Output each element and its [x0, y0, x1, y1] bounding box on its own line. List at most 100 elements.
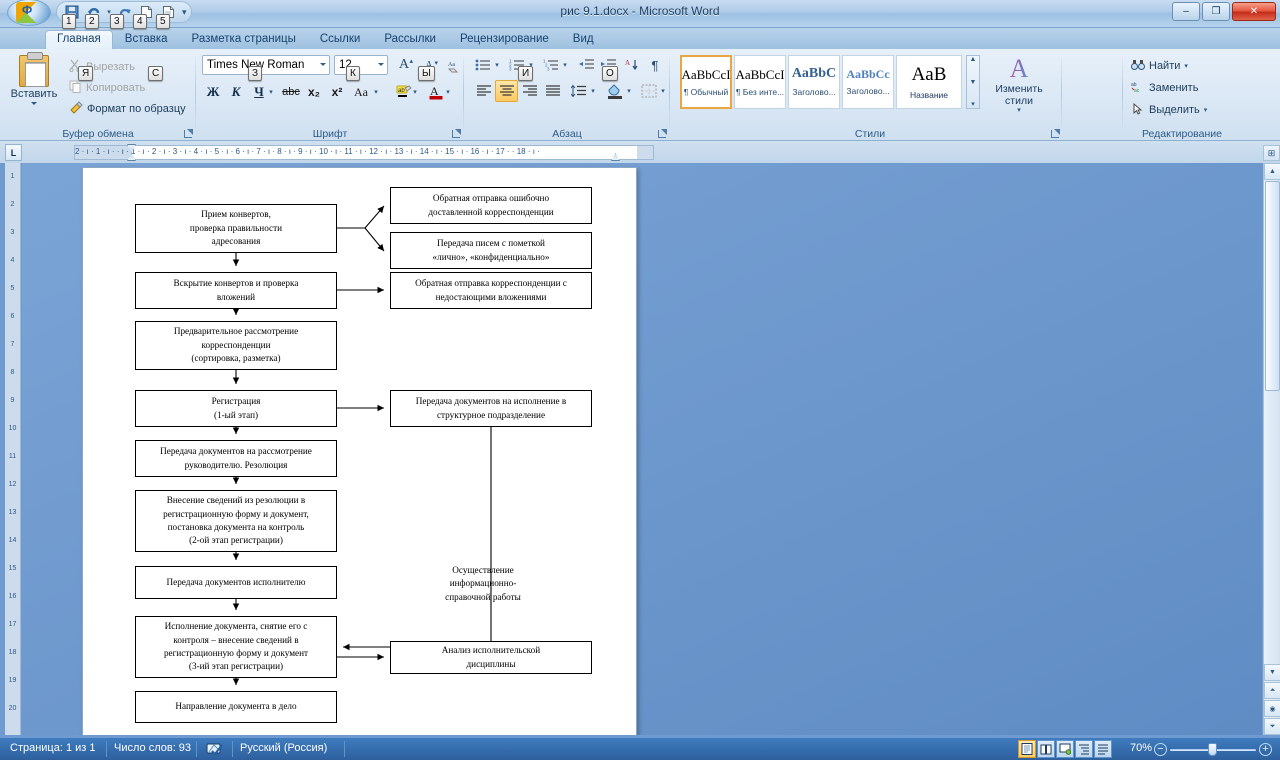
clipboard-dialog-launcher[interactable] [181, 127, 193, 139]
flow-box-r2[interactable]: Передача писем с пометкой «лично», «конф… [390, 232, 592, 269]
italic-button[interactable]: К [225, 81, 247, 103]
flow-box-r1[interactable]: Обратная отправка ошибочно доставленной … [390, 187, 592, 224]
line-spacing-button[interactable] [568, 80, 590, 102]
bullets-dropdown-icon[interactable]: ▾ [492, 54, 502, 76]
styles-gallery-scroll[interactable]: ▲ ▼ ▾ [966, 55, 980, 109]
tab-page-layout[interactable]: Разметка страницы [180, 30, 308, 50]
shading-button[interactable] [604, 80, 626, 102]
select-browse-object-button[interactable]: ◉ [1264, 700, 1280, 717]
grow-font-button[interactable]: A ▴ [392, 54, 416, 76]
highlight-dropdown-icon[interactable]: ▾ [410, 81, 420, 103]
align-left-button[interactable] [472, 80, 495, 102]
split-window-handle[interactable]: ⊞ [1263, 145, 1280, 161]
change-case-button[interactable]: Aa [349, 81, 373, 103]
zoom-out-button[interactable]: − [1154, 743, 1167, 756]
horizontal-ruler[interactable]: 2 · ı · 1 · ı · · ı · 1 · ı · 2 · ı · 3 … [74, 145, 654, 160]
office-button[interactable] [3, 0, 59, 30]
font-name-combo[interactable]: Times New Roman [202, 55, 330, 75]
change-styles-button[interactable]: A Изменить стили ▾ [988, 55, 1050, 121]
document-page[interactable]: Прием конвертов, проверка правильности а… [82, 167, 637, 735]
flow-box-b2[interactable]: Вскрытие конвертов и проверка вложений [135, 272, 337, 309]
scroll-down-button[interactable]: ▼ [1264, 664, 1280, 681]
outline-view-button[interactable] [1075, 740, 1093, 758]
tab-mailings[interactable]: Рассылки [372, 30, 448, 50]
paragraph-dialog-launcher[interactable] [655, 127, 667, 139]
copy-button[interactable]: Копировать [66, 78, 148, 98]
document-area[interactable]: Прием конвертов, проверка правильности а… [22, 163, 1262, 735]
subscript-button[interactable]: x₂ [303, 81, 325, 103]
styles-dialog-launcher[interactable] [1048, 127, 1060, 139]
flow-box-b5[interactable]: Передача документов на рассмотрение руко… [135, 440, 337, 477]
find-button[interactable]: Найти ▾ [1128, 56, 1191, 76]
justify-button[interactable] [541, 80, 564, 102]
minimize-button[interactable]: – [1172, 2, 1200, 21]
flow-box-b8[interactable]: Исполнение документа, снятие его с контр… [135, 616, 337, 678]
style-item-no-spacing[interactable]: AaBbCcI ¶ Без инте... [734, 55, 786, 109]
font-color-dropdown-icon[interactable]: ▾ [443, 81, 453, 103]
change-case-dropdown-icon[interactable]: ▾ [371, 81, 381, 103]
vertical-scrollbar[interactable]: ▲ ▼ ⏶ ◉ ⏷ [1263, 163, 1280, 735]
flow-box-r5[interactable]: Анализ исполнительской дисциплины [390, 641, 592, 674]
shading-dropdown-icon[interactable]: ▾ [624, 80, 634, 102]
underline-dropdown-icon[interactable]: ▾ [266, 81, 276, 103]
word-count[interactable]: Число слов: 93 [114, 742, 191, 754]
next-page-button[interactable]: ⏷ [1264, 718, 1280, 735]
quick-access-toolbar[interactable]: ▾ ▾ [56, 1, 192, 23]
full-screen-reading-view-button[interactable] [1037, 740, 1055, 758]
draft-view-button[interactable] [1094, 740, 1112, 758]
gallery-scroll-down-icon[interactable]: ▼ [970, 79, 977, 86]
font-size-combo[interactable]: 12 [334, 55, 388, 75]
style-item-normal[interactable]: AaBbCcI ¶ Обычный [680, 55, 732, 109]
tab-view[interactable]: Вид [561, 30, 606, 50]
web-layout-view-button[interactable] [1056, 740, 1074, 758]
bold-button[interactable]: Ж [202, 81, 224, 103]
tab-stop-selector[interactable]: L [5, 144, 22, 161]
style-item-heading2[interactable]: AaBbCc Заголово... [842, 55, 894, 109]
align-center-button[interactable] [495, 80, 518, 102]
customize-qat-icon[interactable]: ▾ [182, 7, 187, 18]
replace-button[interactable]: ab ac Заменить [1128, 78, 1201, 98]
paste-button[interactable]: Вставить [8, 52, 60, 115]
scroll-up-button[interactable]: ▲ [1264, 163, 1280, 180]
paste-dropdown-icon[interactable] [31, 102, 37, 108]
scroll-thumb[interactable] [1265, 181, 1280, 391]
line-spacing-dropdown-icon[interactable]: ▾ [588, 80, 598, 102]
close-button[interactable]: ✕ [1232, 2, 1276, 21]
tab-references[interactable]: Ссылки [308, 30, 373, 50]
previous-page-button[interactable]: ⏶ [1264, 682, 1280, 699]
tab-home[interactable]: Главная [45, 30, 113, 50]
strikethrough-button[interactable]: abc [280, 81, 302, 103]
page-indicator[interactable]: Страница: 1 из 1 [10, 742, 96, 754]
gallery-more-icon[interactable]: ▾ [971, 101, 975, 108]
clear-formatting-button[interactable]: Aa [443, 54, 465, 76]
decrease-indent-button[interactable] [576, 54, 598, 76]
print-layout-view-button[interactable] [1018, 740, 1036, 758]
borders-dropdown-icon[interactable]: ▾ [658, 80, 668, 102]
flow-box-b7[interactable]: Передача документов исполнителю [135, 566, 337, 599]
tab-review[interactable]: Рецензирование [448, 30, 561, 50]
gallery-scroll-up-icon[interactable]: ▲ [970, 56, 977, 63]
vertical-ruler[interactable]: 1 2 3 4 5 6 7 8 9 10 11 12 13 14 15 16 1… [5, 163, 21, 735]
zoom-in-button[interactable]: + [1259, 743, 1272, 756]
flow-box-r4[interactable]: Передача документов на исполнение в стру… [390, 390, 592, 427]
tab-insert[interactable]: Вставка [113, 30, 180, 50]
flow-box-r3[interactable]: Обратная отправка корреспонденции с недо… [390, 272, 592, 309]
language-indicator[interactable]: Русский (Россия) [240, 742, 327, 754]
flow-box-b6[interactable]: Внесение сведений из резолюции в регистр… [135, 490, 337, 552]
proofing-status-icon[interactable] [205, 740, 225, 759]
cut-button[interactable]: Вырезать [66, 57, 138, 77]
superscript-button[interactable]: x² [326, 81, 348, 103]
style-item-heading1[interactable]: AaBbC Заголово... [788, 55, 840, 109]
align-right-button[interactable] [518, 80, 541, 102]
multilevel-list-button[interactable]: 123 [540, 54, 562, 76]
style-item-title[interactable]: AaB Название [896, 55, 962, 109]
show-marks-button[interactable]: ¶ [644, 54, 666, 76]
borders-button[interactable] [638, 80, 660, 102]
zoom-percentage[interactable]: 70% [1130, 742, 1152, 754]
flow-box-b3[interactable]: Предварительное рассмотрение корреспонде… [135, 321, 337, 370]
font-dialog-launcher[interactable] [449, 127, 461, 139]
sort-button[interactable]: А [621, 54, 643, 76]
maximize-button[interactable]: ❐ [1202, 2, 1230, 21]
zoom-slider[interactable]: − + [1154, 742, 1272, 756]
zoom-slider-handle[interactable] [1208, 743, 1217, 756]
